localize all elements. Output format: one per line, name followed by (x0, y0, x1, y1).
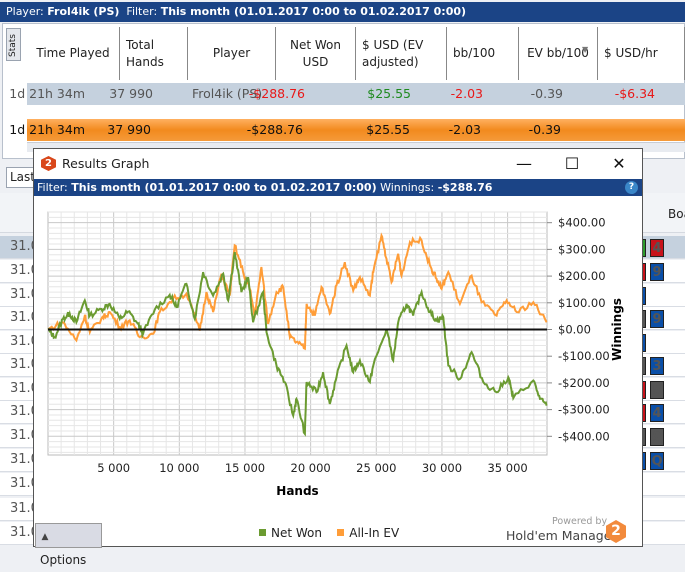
y-axis-label: Winnings (610, 298, 624, 361)
winnings-label: Winnings: (380, 181, 435, 194)
cell-evbb: -0.39 (528, 122, 561, 137)
options-label: Options (40, 553, 87, 567)
cell-hands: 37 990 (109, 86, 153, 101)
x-tick-label: 30 000 (422, 461, 462, 475)
board-card: 5 (650, 381, 664, 399)
x-axis-label: Hands (276, 484, 318, 498)
legend-label: All-In EV (349, 526, 400, 540)
all-in-ev-swatch (337, 529, 345, 536)
legend-label: Net Won (271, 526, 322, 540)
help-icon[interactable]: ? (625, 181, 638, 194)
y-tick-label: $100.00 (558, 296, 606, 310)
period-dropdown-value: Last (10, 170, 35, 184)
cell-bb: -2.03 (448, 122, 481, 137)
brand-name: Hold'em Manager (506, 528, 617, 543)
legend-all-in-ev: All-In EV (337, 526, 399, 540)
column-header[interactable]: Player (188, 27, 276, 80)
table-row[interactable]: 1d 21h 34m 37 990 -$288.76 $25.55 -2.03 -0.39… (9, 83, 685, 105)
triangle-up-icon: ▲ (41, 532, 49, 542)
x-tick-label: 35 000 (487, 461, 527, 475)
filter-value: This month (01.01.2017 0:00 to 01.02.201… (71, 181, 377, 194)
options-button[interactable]: ▲ Options (35, 523, 102, 567)
filter-label: Filter: (126, 5, 158, 18)
cell-player: Frol4ik (PS) (192, 86, 263, 101)
minimize-button[interactable]: — (510, 153, 538, 175)
column-header[interactable]: Total Hands (120, 27, 188, 80)
board-card: 4 (650, 239, 664, 257)
board-card: Q (650, 452, 664, 470)
board-column-header[interactable]: Boa (668, 207, 685, 221)
y-tick-label: -$300.00 (558, 403, 610, 417)
player-filter-bar: Player: Frol4ik (PS) Filter: This month … (0, 2, 685, 22)
board-card: 9 (650, 263, 664, 281)
window-title: Results Graph (62, 156, 150, 171)
x-tick-label: 5 000 (97, 461, 130, 475)
y-tick-label: $400.00 (558, 216, 606, 230)
y-tick-label: -$200.00 (558, 376, 610, 390)
close-button[interactable]: ✕ (605, 153, 633, 175)
y-tick-label: $200.00 (558, 269, 606, 283)
cell-bb: -2.03 (450, 86, 483, 101)
board-card: 9 (650, 310, 664, 328)
cell-time: 1d 21h 34m (9, 86, 85, 101)
column-header[interactable]: bb/100 (447, 27, 519, 80)
results-chart: $400.00 $300.00 $200.00 $100.00 $0.00 -$100.0… (47, 211, 624, 498)
board-card: 9 (650, 428, 664, 446)
net-won-swatch (259, 529, 266, 536)
sort-dropdown-icon[interactable]: ▼ (582, 45, 588, 54)
x-tick-label: 20 000 (291, 461, 331, 475)
cell-hr: -$6.34 (614, 86, 655, 101)
y-tick-label: -$100.00 (558, 349, 610, 363)
graph-filter-bar: Filter: This month (01.01.2017 0:00 to 0… (34, 179, 642, 196)
column-header[interactable]: Time Played (27, 27, 120, 80)
y-tick-label: $300.00 (558, 242, 606, 256)
column-header[interactable]: $ USD/hr (598, 27, 685, 80)
player-name: Frol4ik (PS) (47, 5, 120, 18)
app-logo-icon: 2 (41, 156, 56, 171)
total-row[interactable]: 1d 21h 34m 37 990 -$288.76 $25.55 -2.03 -0.39 (9, 119, 685, 141)
board-card: 4 (650, 404, 664, 422)
board-card: 3 (650, 357, 664, 375)
filter-label: Filter: (37, 181, 68, 194)
winnings-value: -$288.76 (437, 181, 493, 194)
chart-legend: Net Won All-In EV (259, 526, 399, 540)
player-label: Player: (6, 5, 44, 18)
y-tick-label: $0.00 (558, 322, 591, 336)
cell-ev: $25.55 (366, 122, 410, 137)
cell-hands: 37 990 (107, 122, 151, 137)
x-tick-label: 15 000 (225, 461, 265, 475)
results-graph-window: 2 Results Graph — ☐ ✕ Filter: This month… (33, 148, 643, 567)
x-tick-label: 10 000 (159, 461, 199, 475)
filter-value: This month (01.01.2017 0:00 to 01.02.201… (160, 5, 467, 18)
stats-tab[interactable]: Stats (6, 28, 21, 61)
column-header[interactable]: Net Won USD (276, 27, 356, 80)
window-title-bar[interactable]: 2 Results Graph — ☐ ✕ (34, 149, 642, 179)
cell-evbb: -0.39 (530, 86, 563, 101)
y-tick-label: -$400.00 (558, 429, 610, 443)
powered-by-text: Powered by (552, 516, 608, 527)
legend-net-won: Net Won (259, 526, 322, 540)
maximize-button[interactable]: ☐ (558, 153, 586, 175)
column-header[interactable]: $ USD (EV adjusted) (356, 27, 447, 80)
cell-ev: $25.55 (367, 86, 411, 101)
cell-time: 1d 21h 34m (9, 122, 85, 137)
x-tick-label: 25 000 (356, 461, 396, 475)
cell-net: -$288.76 (246, 122, 303, 137)
stats-tab-label: Stats (8, 34, 18, 57)
